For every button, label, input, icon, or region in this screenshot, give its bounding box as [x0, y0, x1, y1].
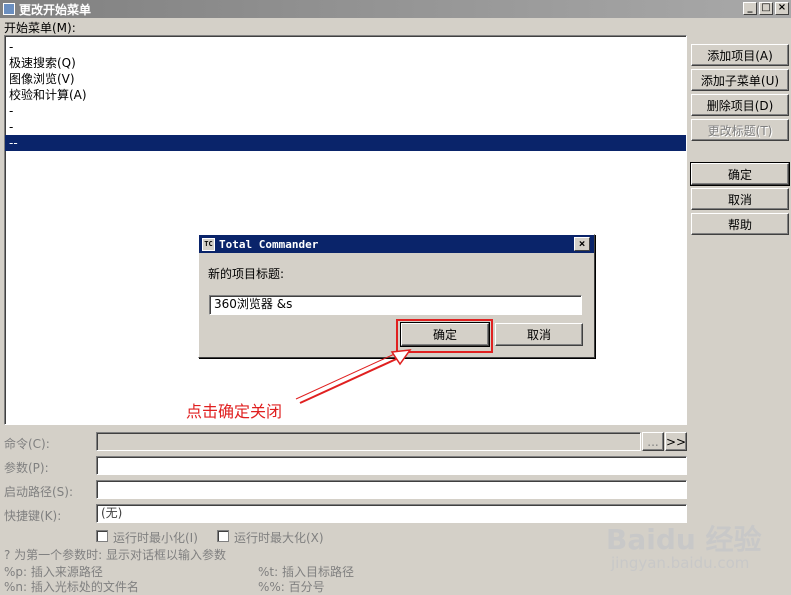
annotation-text: 点击确定关闭	[186, 402, 283, 421]
annotation-arrow	[295, 349, 412, 404]
watermark-logo: Baidu 经验	[606, 523, 762, 556]
watermark-url: jingyan.baidu.com	[611, 554, 750, 572]
